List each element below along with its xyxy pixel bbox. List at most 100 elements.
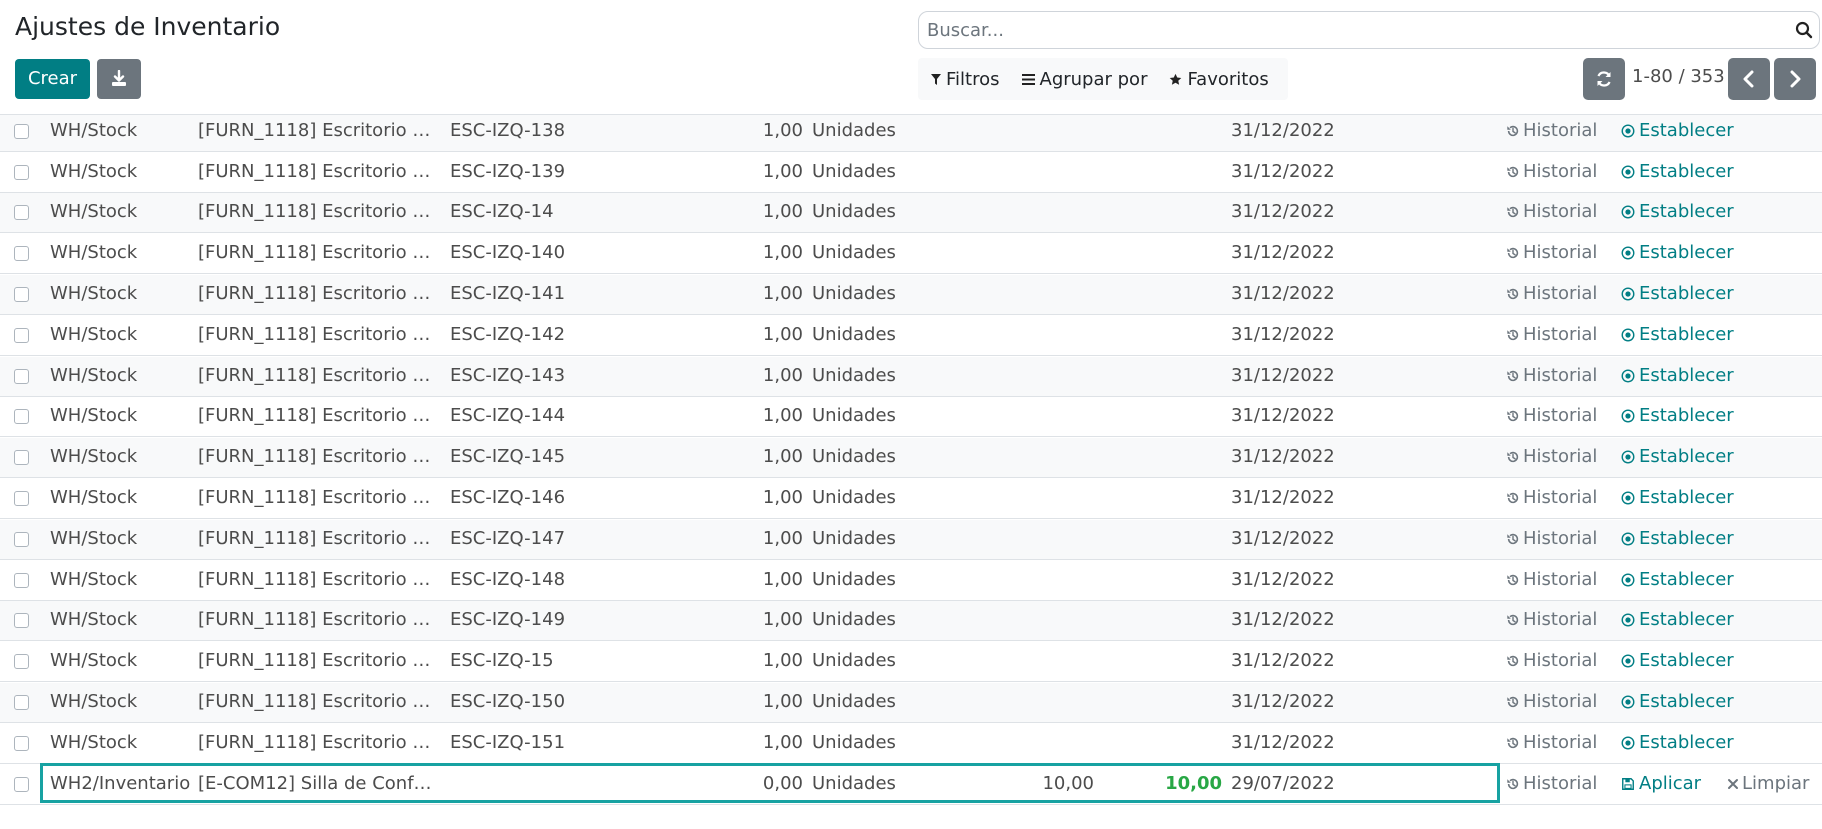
location-cell[interactable]: WH/Stock xyxy=(50,234,195,272)
table-row[interactable]: WH/Stock[FURN_1118] Escritorio de e...ES… xyxy=(0,112,1822,152)
row-checkbox[interactable] xyxy=(14,573,29,588)
scheduled-date-cell[interactable]: 31/12/2022 xyxy=(1231,520,1391,558)
set-button[interactable]: Establecer xyxy=(1621,316,1741,354)
uom-cell[interactable]: Unidades xyxy=(812,520,932,558)
quantity-cell[interactable]: 1,00 xyxy=(700,275,803,313)
table-row[interactable]: WH/Stock[FURN_1118] Escritorio de e...ES… xyxy=(0,275,1822,315)
scheduled-date-cell[interactable]: 31/12/2022 xyxy=(1231,357,1391,395)
history-button[interactable]: Historial xyxy=(1506,153,1606,191)
uom-cell[interactable]: Unidades xyxy=(812,765,932,803)
pager-value[interactable]: 1-80 / 353 xyxy=(1632,66,1725,87)
row-checkbox[interactable] xyxy=(14,532,29,547)
product-cell[interactable]: [FURN_1118] Escritorio de e... xyxy=(198,357,441,395)
scheduled-date-cell[interactable]: 31/12/2022 xyxy=(1231,153,1391,191)
row-checkbox[interactable] xyxy=(14,736,29,751)
set-button[interactable]: Establecer xyxy=(1621,601,1741,639)
history-button[interactable]: Historial xyxy=(1506,765,1606,803)
product-cell[interactable]: [FURN_1118] Escritorio de e... xyxy=(198,438,441,476)
set-button[interactable]: Establecer xyxy=(1621,193,1741,231)
uom-cell[interactable]: Unidades xyxy=(812,397,932,435)
location-cell[interactable]: WH/Stock xyxy=(50,438,195,476)
counted-quantity-cell[interactable]: 10,00 xyxy=(980,765,1094,803)
lot-cell[interactable]: ESC-IZQ-138 xyxy=(450,112,650,150)
set-button[interactable]: Establecer xyxy=(1621,520,1741,558)
product-cell[interactable]: [FURN_1118] Escritorio de e... xyxy=(198,724,441,762)
location-cell[interactable]: WH/Stock xyxy=(50,520,195,558)
set-button[interactable]: Establecer xyxy=(1621,397,1741,435)
table-row[interactable]: WH/Stock[FURN_1118] Escritorio de e...ES… xyxy=(0,438,1822,478)
location-cell[interactable]: WH/Stock xyxy=(50,316,195,354)
download-button[interactable] xyxy=(97,59,141,99)
pager-next-button[interactable] xyxy=(1774,58,1816,100)
scheduled-date-cell[interactable]: 31/12/2022 xyxy=(1231,561,1391,599)
quantity-cell[interactable]: 1,00 xyxy=(700,153,803,191)
table-row[interactable]: WH/Stock[FURN_1118] Escritorio de e...ES… xyxy=(0,601,1822,641)
uom-cell[interactable]: Unidades xyxy=(812,561,932,599)
reload-button[interactable] xyxy=(1583,58,1625,100)
quantity-cell[interactable]: 1,00 xyxy=(700,357,803,395)
location-cell[interactable]: WH/Stock xyxy=(50,561,195,599)
product-cell[interactable]: [E-COM12] Silla de Confer... xyxy=(198,765,441,803)
table-row[interactable]: WH/Stock[FURN_1118] Escritorio de e...ES… xyxy=(0,234,1822,274)
group-by-button[interactable]: Agrupar por xyxy=(1009,58,1157,100)
quantity-cell[interactable]: 1,00 xyxy=(700,112,803,150)
table-row[interactable]: WH/Stock[FURN_1118] Escritorio de e...ES… xyxy=(0,153,1822,193)
history-button[interactable]: Historial xyxy=(1506,397,1606,435)
uom-cell[interactable]: Unidades xyxy=(812,275,932,313)
uom-cell[interactable]: Unidades xyxy=(812,724,932,762)
history-button[interactable]: Historial xyxy=(1506,193,1606,231)
table-row[interactable]: WH/Stock[FURN_1118] Escritorio de e...ES… xyxy=(0,642,1822,682)
apply-button[interactable]: Aplicar xyxy=(1621,765,1741,803)
lot-cell[interactable]: ESC-IZQ-149 xyxy=(450,601,650,639)
location-cell[interactable]: WH/Stock xyxy=(50,193,195,231)
set-button[interactable]: Establecer xyxy=(1621,357,1741,395)
scheduled-date-cell[interactable]: 31/12/2022 xyxy=(1231,683,1391,721)
history-button[interactable]: Historial xyxy=(1506,112,1606,150)
location-cell[interactable]: WH/Stock xyxy=(50,357,195,395)
set-button[interactable]: Establecer xyxy=(1621,153,1741,191)
row-checkbox[interactable] xyxy=(14,328,29,343)
table-row[interactable]: WH/Stock[FURN_1118] Escritorio de e...ES… xyxy=(0,357,1822,397)
quantity-cell[interactable]: 1,00 xyxy=(700,724,803,762)
scheduled-date-cell[interactable]: 31/12/2022 xyxy=(1231,479,1391,517)
uom-cell[interactable]: Unidades xyxy=(812,438,932,476)
product-cell[interactable]: [FURN_1118] Escritorio de e... xyxy=(198,193,441,231)
product-cell[interactable]: [FURN_1118] Escritorio de e... xyxy=(198,275,441,313)
product-cell[interactable]: [FURN_1118] Escritorio de e... xyxy=(198,112,441,150)
product-cell[interactable]: [FURN_1118] Escritorio de e... xyxy=(198,234,441,272)
history-button[interactable]: Historial xyxy=(1506,520,1606,558)
row-checkbox[interactable] xyxy=(14,287,29,302)
history-button[interactable]: Historial xyxy=(1506,683,1606,721)
lot-cell[interactable]: ESC-IZQ-15 xyxy=(450,642,650,680)
row-checkbox[interactable] xyxy=(14,246,29,261)
scheduled-date-cell[interactable]: 31/12/2022 xyxy=(1231,642,1391,680)
lot-cell[interactable]: ESC-IZQ-142 xyxy=(450,316,650,354)
quantity-cell[interactable]: 1,00 xyxy=(700,234,803,272)
scheduled-date-cell[interactable]: 31/12/2022 xyxy=(1231,193,1391,231)
location-cell[interactable]: WH/Stock xyxy=(50,724,195,762)
scheduled-date-cell[interactable]: 31/12/2022 xyxy=(1231,438,1391,476)
table-row[interactable]: WH/Stock[FURN_1118] Escritorio de e...ES… xyxy=(0,724,1822,764)
scheduled-date-cell[interactable]: 31/12/2022 xyxy=(1231,112,1391,150)
location-cell[interactable]: WH/Stock xyxy=(50,275,195,313)
product-cell[interactable]: [FURN_1118] Escritorio de e... xyxy=(198,479,441,517)
pager-previous-button[interactable] xyxy=(1728,58,1770,100)
product-cell[interactable]: [FURN_1118] Escritorio de e... xyxy=(198,153,441,191)
set-button[interactable]: Establecer xyxy=(1621,234,1741,272)
table-row[interactable]: WH/Stock[FURN_1118] Escritorio de e...ES… xyxy=(0,479,1822,519)
row-checkbox[interactable] xyxy=(14,450,29,465)
scheduled-date-cell[interactable]: 31/12/2022 xyxy=(1231,601,1391,639)
quantity-cell[interactable]: 1,00 xyxy=(700,193,803,231)
product-cell[interactable]: [FURN_1118] Escritorio de e... xyxy=(198,520,441,558)
table-row[interactable]: WH/Stock[FURN_1118] Escritorio de e...ES… xyxy=(0,561,1822,601)
row-checkbox[interactable] xyxy=(14,777,29,792)
scheduled-date-cell[interactable]: 31/12/2022 xyxy=(1231,234,1391,272)
location-cell[interactable]: WH2/Inventario xyxy=(50,765,195,803)
uom-cell[interactable]: Unidades xyxy=(812,683,932,721)
lot-cell[interactable]: ESC-IZQ-143 xyxy=(450,357,650,395)
lot-cell[interactable]: ESC-IZQ-148 xyxy=(450,561,650,599)
lot-cell[interactable]: ESC-IZQ-145 xyxy=(450,438,650,476)
product-cell[interactable]: [FURN_1118] Escritorio de e... xyxy=(198,561,441,599)
row-checkbox[interactable] xyxy=(14,165,29,180)
lot-cell[interactable]: ESC-IZQ-140 xyxy=(450,234,650,272)
